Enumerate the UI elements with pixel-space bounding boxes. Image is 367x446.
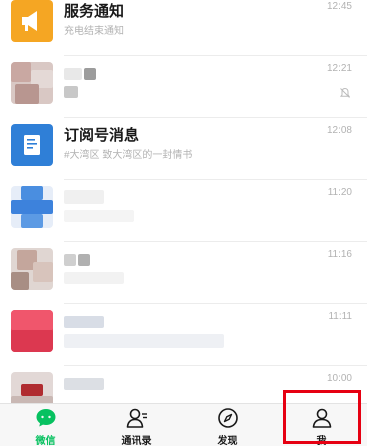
chat-title: 订阅号消息 [64, 127, 140, 144]
tab-chats[interactable]: 微信 [0, 404, 91, 446]
mute-bell-icon [339, 87, 351, 98]
blurred-avatar [11, 310, 53, 352]
chat-row[interactable]: 11:11 [0, 304, 367, 366]
tab-label: 发现 [217, 436, 238, 446]
blurred-title [84, 68, 96, 80]
blurred-subtitle [64, 210, 134, 222]
tab-discover[interactable]: 发现 [182, 404, 273, 446]
chat-time: 11:16 [327, 249, 352, 260]
chat-time: 10:00 [326, 373, 352, 384]
tab-me[interactable]: 我 [276, 404, 367, 446]
tab-contacts[interactable]: 通讯录 [91, 404, 182, 446]
blurred-subtitle [64, 272, 124, 284]
chat-row-service-notice[interactable]: 服务通知 充电结束通知 12:45 [0, 0, 367, 56]
blurred-title [64, 378, 104, 390]
blurred-avatar [11, 248, 53, 290]
chat-time: 12:45 [326, 1, 352, 12]
chat-bubble-icon [36, 409, 55, 427]
blurred-title [64, 316, 104, 328]
tab-label: 我 [316, 436, 327, 446]
blurred-title [64, 190, 104, 204]
blurred-avatar [11, 186, 53, 228]
bottom-tab-bar: 微信 通讯录 发现 我 [0, 403, 367, 446]
chat-time: 11:20 [327, 187, 352, 198]
chat-time: 11:11 [328, 311, 352, 322]
blurred-title [78, 254, 90, 266]
chat-title: 服务通知 [64, 3, 125, 20]
service-notice-icon [11, 0, 53, 42]
blurred-title [64, 254, 76, 266]
blurred-title [64, 68, 82, 80]
compass-icon [217, 408, 238, 428]
blurred-subtitle [64, 334, 224, 348]
subscription-icon [11, 124, 53, 166]
blurred-avatar [11, 372, 53, 403]
blurred-subtitle [64, 86, 78, 98]
chat-subtitle: #大湾区 致大湾区的一封情书 [64, 150, 193, 161]
tab-label: 通讯录 [121, 436, 152, 446]
chat-row-subscriptions[interactable]: 订阅号消息 #大湾区 致大湾区的一封情书 12:08 [0, 118, 367, 180]
contacts-icon [126, 408, 147, 428]
blurred-avatar [11, 62, 53, 104]
chat-time: 12:08 [326, 125, 352, 136]
chat-time: 12:21 [326, 63, 352, 74]
chat-row[interactable]: 11:20 [0, 180, 367, 242]
person-icon [312, 408, 331, 428]
chat-row[interactable]: 12:21 [0, 56, 367, 118]
tab-label: 微信 [35, 436, 56, 446]
chat-list: 服务通知 充电结束通知 12:45 12:21 订阅号消息 #大湾区 致大湾区的… [0, 0, 367, 403]
chat-subtitle: 充电结束通知 [64, 26, 124, 37]
chat-row[interactable]: 11:16 [0, 242, 367, 304]
chat-row[interactable]: 10:00 [0, 366, 367, 403]
